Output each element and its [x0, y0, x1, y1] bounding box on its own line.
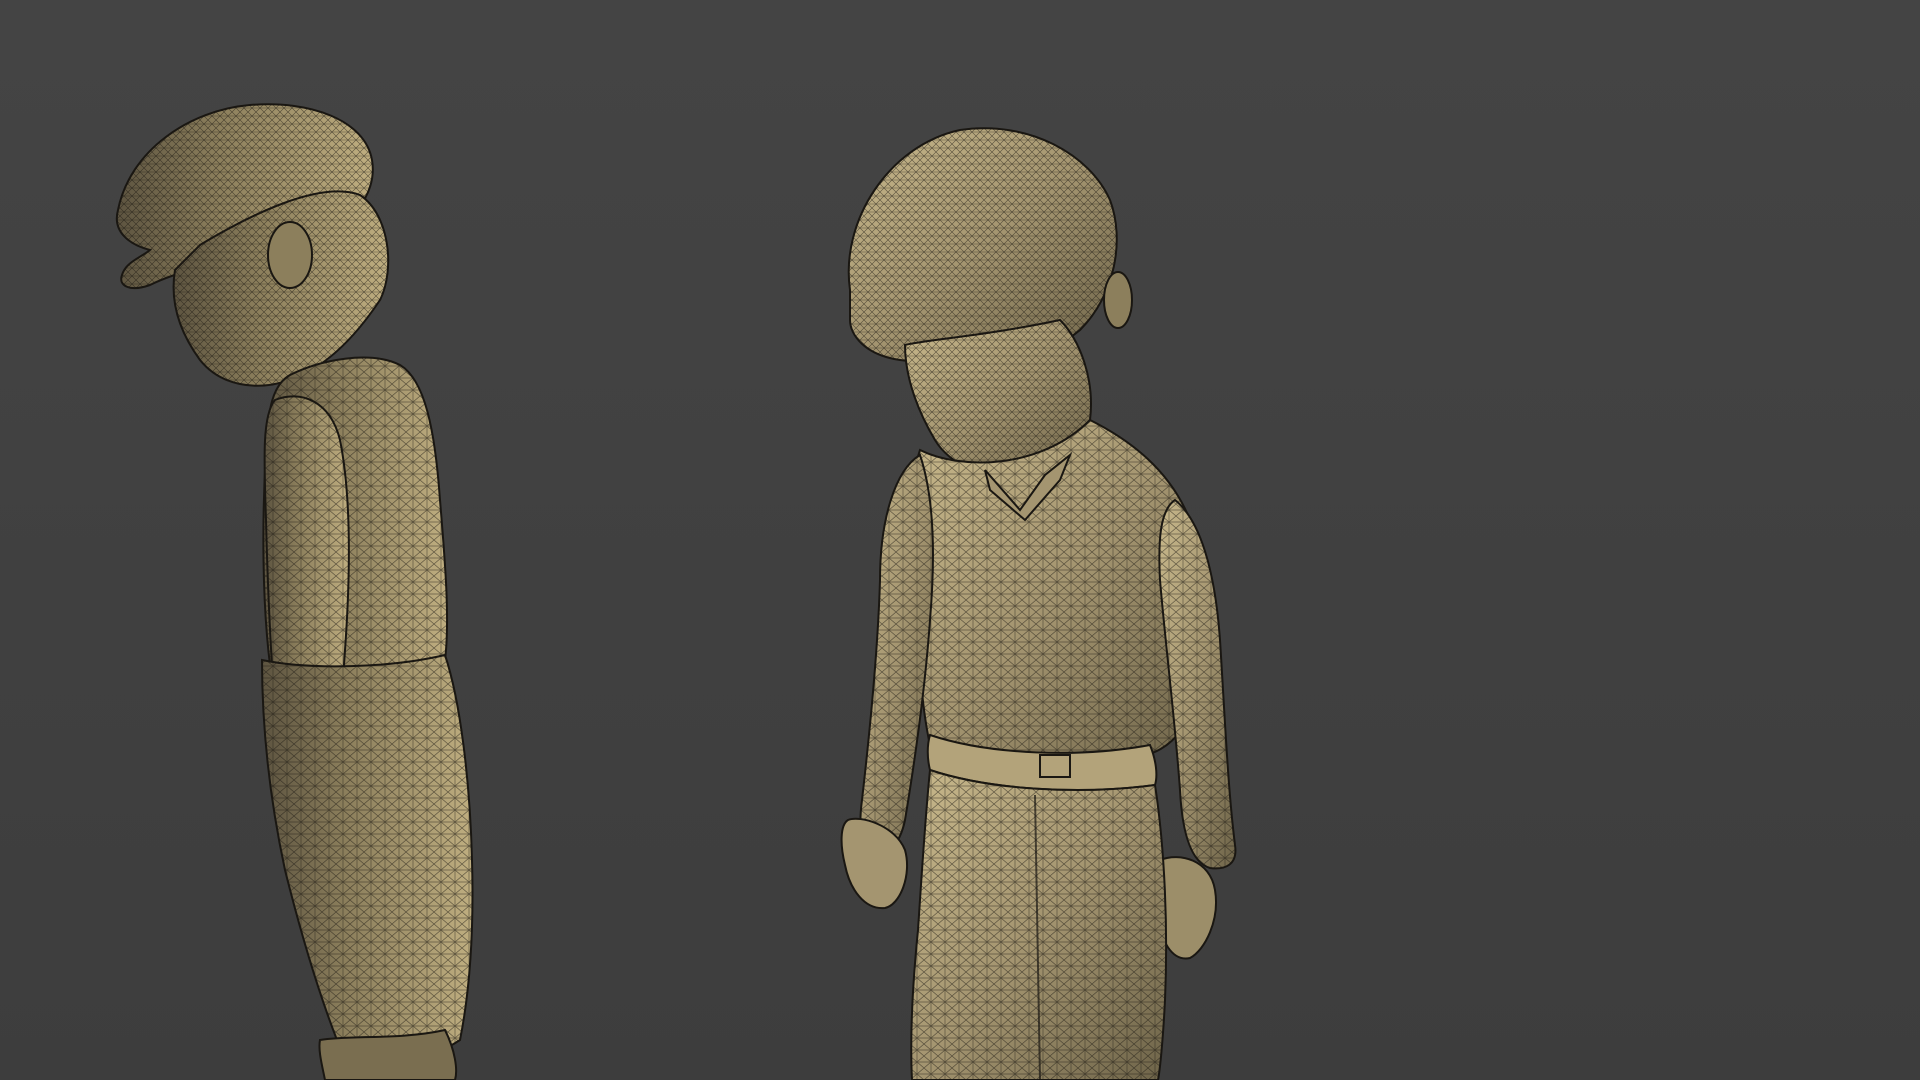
3d-viewport[interactable] [0, 0, 1920, 1080]
front-figure-body [840, 127, 1237, 1080]
boy-statue-front-view[interactable] [0, 0, 1920, 1080]
